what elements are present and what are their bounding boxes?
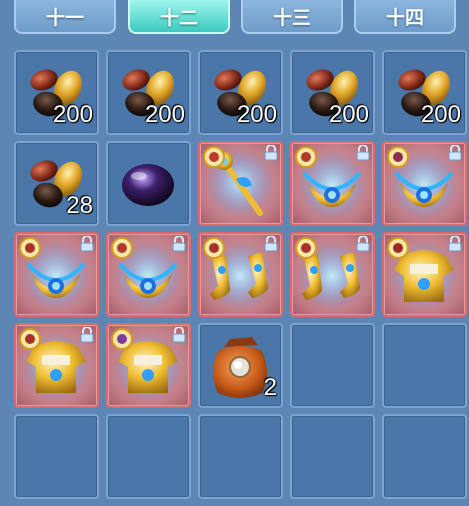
- jar-badge-icon: [111, 237, 133, 259]
- lock-icon: [172, 326, 186, 343]
- inventory-slot-golden-necklace[interactable]: [382, 141, 467, 226]
- inventory-slot-golden-necklace[interactable]: [290, 141, 375, 226]
- figure-badge-icon: [295, 237, 317, 259]
- lock-icon: [356, 235, 370, 252]
- item-count: 200: [144, 101, 185, 128]
- item-count: 200: [420, 101, 461, 128]
- lock-icon: [356, 144, 370, 161]
- empty-slot[interactable]: [106, 414, 191, 499]
- inventory-slot-golden-armor[interactable]: [14, 323, 99, 408]
- item-count: 28: [66, 192, 93, 219]
- tab-11[interactable]: 十一: [14, 0, 116, 34]
- item-count: 2: [263, 374, 277, 401]
- lock-icon: [264, 144, 278, 161]
- empty-slot[interactable]: [382, 323, 467, 408]
- inventory-slot-golden-scepter[interactable]: [198, 141, 283, 226]
- tab-14[interactable]: 十四: [354, 0, 456, 34]
- inventory-slot-orange-pouch[interactable]: 2: [198, 323, 283, 408]
- inventory-slot-beans[interactable]: 200: [106, 50, 191, 135]
- lock-icon: [172, 235, 186, 252]
- jar-badge-icon: [295, 146, 317, 168]
- inventory-slot-golden-necklace[interactable]: [106, 232, 191, 317]
- lock-icon: [264, 235, 278, 252]
- item-count: 200: [236, 101, 277, 128]
- lock-icon: [448, 144, 462, 161]
- item-count: 200: [328, 101, 369, 128]
- helmet-badge-icon: [387, 237, 409, 259]
- lock-icon: [448, 235, 462, 252]
- inventory-slot-beans[interactable]: 200: [382, 50, 467, 135]
- inventory-slot-golden-boots[interactable]: [198, 232, 283, 317]
- empty-slot[interactable]: [382, 414, 467, 499]
- inventory-slot-golden-boots[interactable]: [290, 232, 375, 317]
- empty-slot[interactable]: [290, 414, 375, 499]
- lock-icon: [80, 326, 94, 343]
- tab-bar: 十一 十二 十三 十四: [0, 0, 469, 40]
- horse-badge-icon: [387, 146, 409, 168]
- tab-13[interactable]: 十三: [241, 0, 343, 34]
- inventory-slot-beans[interactable]: 200: [198, 50, 283, 135]
- figure-badge-icon: [19, 328, 41, 350]
- figure-badge-icon: [19, 237, 41, 259]
- inventory-slot-golden-necklace[interactable]: [14, 232, 99, 317]
- inventory-slot-golden-armor[interactable]: [382, 232, 467, 317]
- empty-slot[interactable]: [14, 414, 99, 499]
- inventory-slot-beans[interactable]: 200: [14, 50, 99, 135]
- empty-slot[interactable]: [290, 323, 375, 408]
- inventory-slot-dark-gem[interactable]: [106, 141, 191, 226]
- lock-icon: [80, 235, 94, 252]
- inventory-slot-beans[interactable]: 200: [290, 50, 375, 135]
- figure-badge-icon: [203, 237, 225, 259]
- scepter-badge-icon: [203, 146, 225, 168]
- inventory-slot-beans[interactable]: 28: [14, 141, 99, 226]
- bird-badge-icon: [111, 328, 133, 350]
- inventory-slot-golden-armor[interactable]: [106, 323, 191, 408]
- tab-12[interactable]: 十二: [128, 0, 230, 34]
- empty-slot[interactable]: [198, 414, 283, 499]
- item-count: 200: [52, 101, 93, 128]
